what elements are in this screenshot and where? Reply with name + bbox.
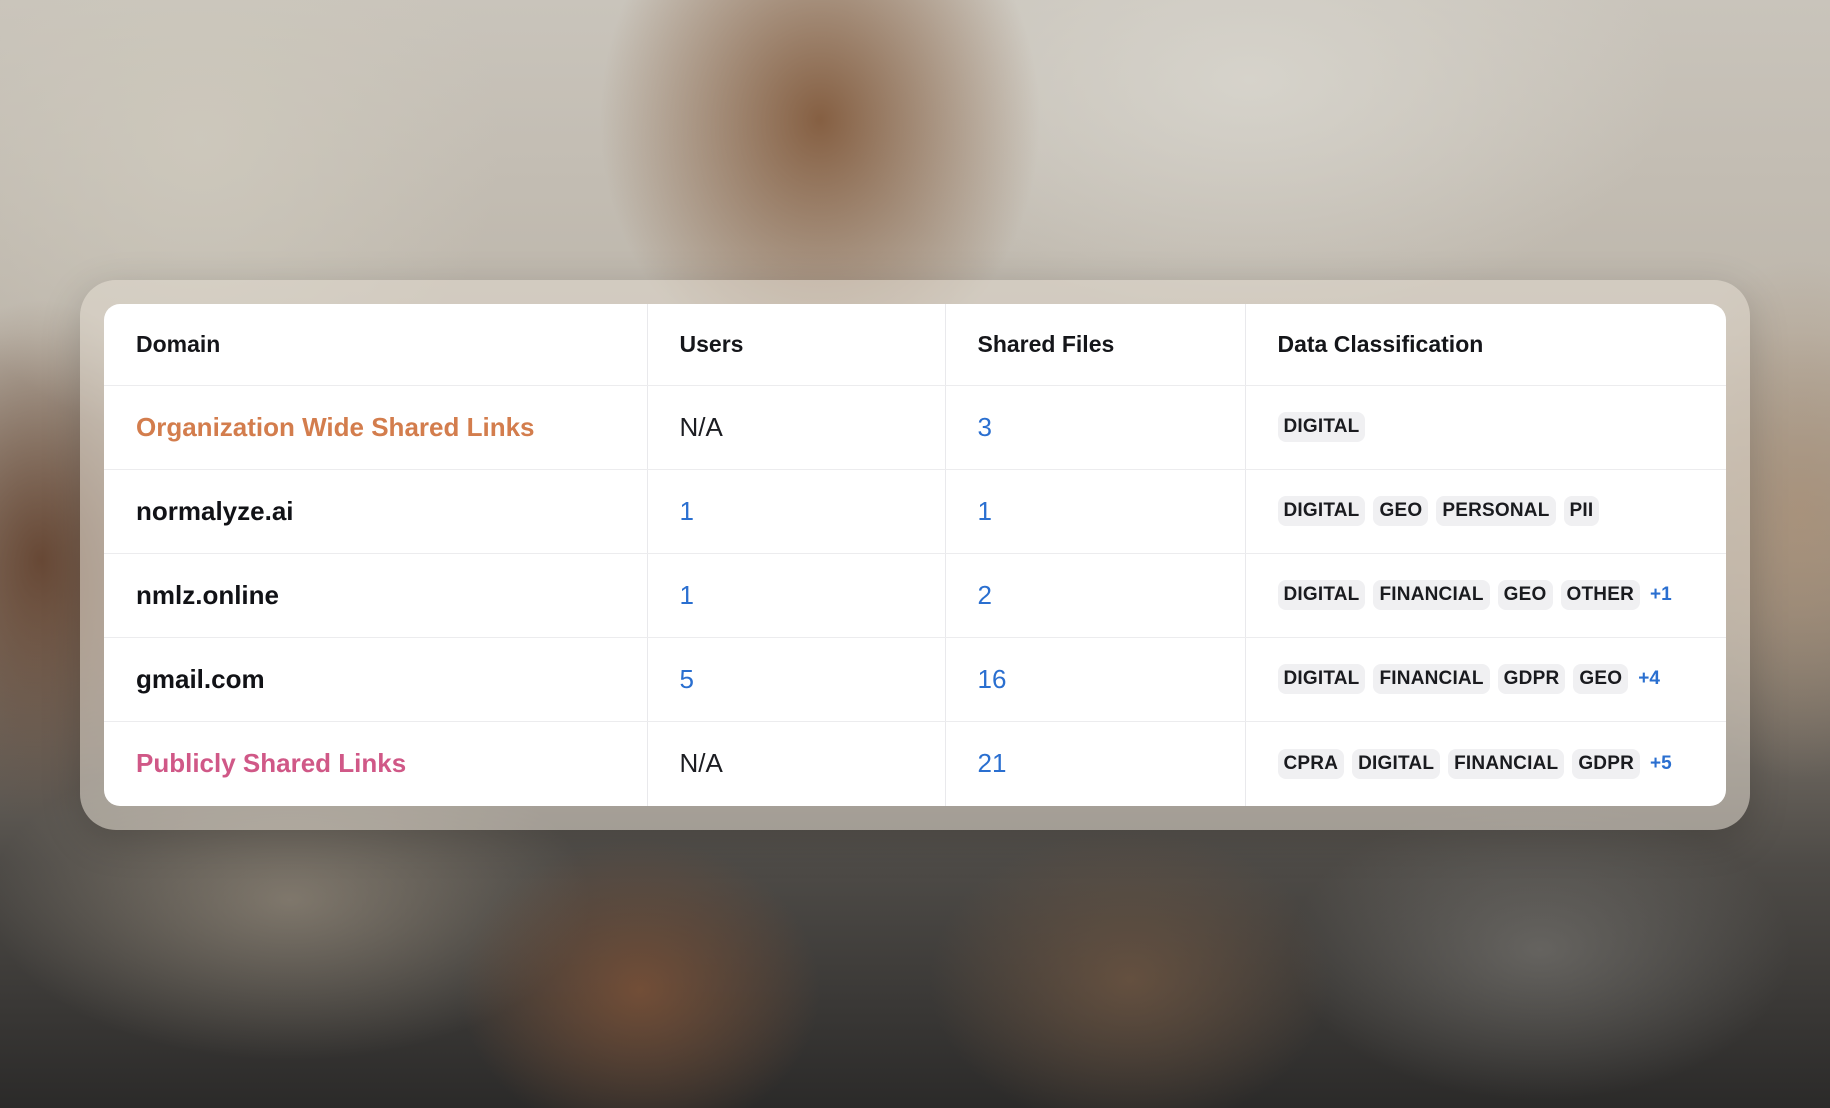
more-tags-link[interactable]: +5 — [1650, 753, 1672, 775]
classification-tag: PERSONAL — [1436, 496, 1556, 526]
classification-tag: GEO — [1497, 580, 1553, 610]
classification-cell: CPRA DIGITAL FINANCIAL GDPR +5 — [1245, 721, 1726, 806]
shared-files-link[interactable]: 2 — [978, 580, 992, 610]
users-cell: 1 — [647, 553, 946, 638]
classification-tags: DIGITAL GEO PERSONAL PII — [1277, 496, 1695, 526]
shared-files-link[interactable]: 3 — [978, 412, 992, 442]
users-cell: N/A — [647, 721, 946, 806]
classification-tag: DIGITAL — [1277, 412, 1366, 442]
classification-tag: CPRA — [1277, 748, 1345, 779]
domain-name: nmlz.online — [136, 579, 279, 610]
classification-tag: GDPR — [1572, 748, 1641, 779]
classification-tag: GDPR — [1497, 664, 1566, 694]
domain-name: gmail.com — [136, 663, 265, 694]
table-header-row: Domain Users Shared Files Data Classific… — [104, 304, 1726, 386]
classification-tag: FINANCIAL — [1373, 580, 1490, 610]
shared-files-link[interactable]: 21 — [978, 748, 1007, 778]
classification-tag: OTHER — [1560, 580, 1641, 610]
shared-files-link[interactable]: 16 — [978, 664, 1007, 694]
column-header-shared-files[interactable]: Shared Files — [945, 304, 1246, 386]
shared-files-cell: 2 — [945, 553, 1246, 638]
users-value: N/A — [679, 411, 723, 442]
shared-files-link[interactable]: 1 — [978, 496, 992, 526]
table-row[interactable]: gmail.com 5 16 DIGITAL FINANCIAL GDPR GE… — [104, 637, 1726, 722]
more-tags-link[interactable]: +4 — [1638, 668, 1660, 690]
shared-domains-card: Domain Users Shared Files Data Classific… — [104, 304, 1726, 806]
table-row[interactable]: Publicly Shared Links N/A 21 CPRA DIGITA… — [104, 721, 1726, 806]
classification-tag: FINANCIAL — [1448, 748, 1565, 779]
domain-cell: Organization Wide Shared Links — [104, 385, 648, 470]
column-header-users[interactable]: Users — [647, 304, 946, 386]
classification-tags: DIGITAL — [1277, 412, 1695, 442]
domain-cell: Publicly Shared Links — [104, 721, 648, 806]
users-link[interactable]: 5 — [680, 664, 694, 694]
users-link[interactable]: 1 — [680, 580, 694, 610]
classification-tags: DIGITAL FINANCIAL GEO OTHER +1 — [1277, 580, 1695, 610]
domain-cell: gmail.com — [104, 637, 648, 722]
more-tags-link[interactable]: +1 — [1650, 584, 1672, 606]
classification-tags: DIGITAL FINANCIAL GDPR GEO +4 — [1277, 664, 1695, 694]
classification-tag: DIGITAL — [1277, 580, 1366, 610]
users-value: N/A — [679, 748, 723, 779]
shared-files-cell: 1 — [945, 469, 1246, 554]
users-cell: 1 — [647, 469, 946, 554]
domain-cell: normalyze.ai — [104, 469, 648, 554]
shared-files-cell: 3 — [945, 385, 1246, 470]
classification-cell: DIGITAL — [1245, 385, 1726, 470]
classification-tag: DIGITAL — [1277, 496, 1366, 526]
classification-cell: DIGITAL GEO PERSONAL PII — [1245, 469, 1726, 554]
classification-tag: PII — [1563, 496, 1600, 526]
table-row[interactable]: nmlz.online 1 2 DIGITAL FINANCIAL GEO OT… — [104, 553, 1726, 638]
shared-files-cell: 16 — [945, 637, 1246, 722]
domain-name: normalyze.ai — [136, 495, 294, 526]
classification-tag: GEO — [1573, 664, 1629, 694]
users-link[interactable]: 1 — [680, 496, 694, 526]
column-header-data-classification[interactable]: Data Classification — [1245, 304, 1726, 386]
shared-files-cell: 21 — [945, 721, 1246, 806]
classification-tag: FINANCIAL — [1373, 664, 1490, 694]
classification-cell: DIGITAL FINANCIAL GEO OTHER +1 — [1245, 553, 1726, 638]
shared-domains-table: Domain Users Shared Files Data Classific… — [104, 304, 1726, 806]
classification-tags: CPRA DIGITAL FINANCIAL GDPR +5 — [1277, 748, 1695, 779]
domain-cell: nmlz.online — [104, 553, 648, 638]
users-cell: N/A — [647, 385, 946, 470]
domain-link[interactable]: Organization Wide Shared Links — [136, 412, 535, 442]
column-header-domain[interactable]: Domain — [104, 304, 648, 386]
classification-tag: DIGITAL — [1277, 664, 1366, 694]
classification-tag: DIGITAL — [1352, 748, 1441, 779]
classification-tag: GEO — [1373, 496, 1429, 526]
table-row[interactable]: Organization Wide Shared Links N/A 3 DIG… — [104, 385, 1726, 470]
domain-link[interactable]: Publicly Shared Links — [136, 748, 406, 778]
table-row[interactable]: normalyze.ai 1 1 DIGITAL GEO PERSONAL PI… — [104, 469, 1726, 554]
classification-cell: DIGITAL FINANCIAL GDPR GEO +4 — [1245, 637, 1726, 722]
users-cell: 5 — [647, 637, 946, 722]
